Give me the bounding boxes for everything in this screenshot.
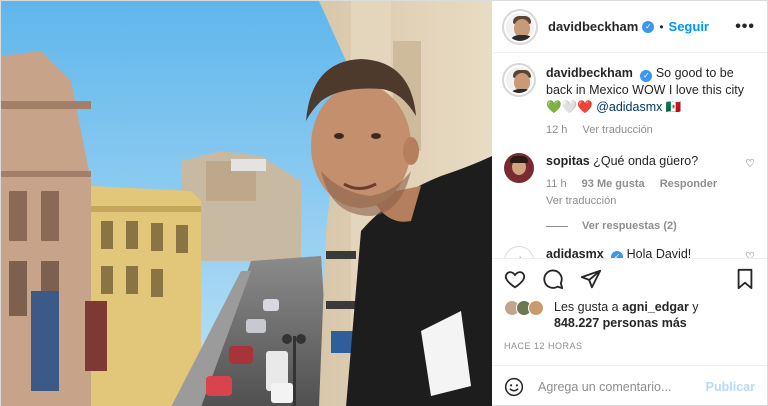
header-separator: •: [659, 19, 664, 34]
liker-avatar: [528, 300, 544, 316]
commenter-avatar[interactable]: [504, 153, 534, 183]
caption-flag: 🇲🇽: [665, 100, 682, 114]
heart-icon[interactable]: [504, 268, 526, 290]
post-side-panel: davidbeckham ✓ • Seguir ••• davidbeckham…: [492, 1, 767, 406]
likes-summary: Les gusta a agni_edgar y 848.227 persona…: [492, 299, 767, 335]
follow-button[interactable]: Seguir: [669, 19, 709, 34]
post-photo[interactable]: [1, 1, 492, 406]
view-replies-label[interactable]: Ver respuestas (2): [582, 220, 677, 232]
caption-time[interactable]: 12 h: [546, 124, 567, 136]
reply-button[interactable]: Responder: [660, 178, 717, 190]
publish-button[interactable]: Publicar: [706, 380, 755, 394]
comment-translate-button[interactable]: Ver traducción: [546, 195, 616, 207]
comment-icon[interactable]: [542, 268, 564, 290]
comment-time[interactable]: 11 h: [546, 178, 567, 190]
caption-mention[interactable]: @adidasmx: [596, 100, 662, 114]
comment-username[interactable]: adidasmx: [546, 247, 604, 258]
caption: davidbeckham ✓ So good to be back in Mex…: [504, 65, 755, 139]
post-header: davidbeckham ✓ • Seguir •••: [492, 1, 767, 53]
comment-item: adidasmx ✓ Hola David! Welcome ♡: [504, 246, 755, 258]
comment-like-heart-icon[interactable]: ♡: [745, 250, 755, 258]
likes-prefix: Les gusta a: [554, 300, 619, 314]
likes-text: Les gusta a agni_edgar y 848.227 persona…: [554, 299, 699, 331]
comment-likes[interactable]: 93 Me gusta: [582, 178, 645, 190]
verified-badge-icon: ✓: [611, 251, 624, 258]
comment-username[interactable]: sopitas: [546, 154, 590, 168]
author-avatar[interactable]: [504, 10, 536, 43]
action-bar: [492, 259, 767, 299]
likes-count[interactable]: 848.227 personas más: [554, 316, 687, 330]
liker-avatars[interactable]: [504, 300, 544, 316]
photo-illustration: [1, 1, 492, 406]
comment-composer: Agrega un comentario... Publicar: [492, 365, 767, 406]
caption-meta: 12 h Ver traducción: [546, 122, 755, 139]
comments-section[interactable]: davidbeckham ✓ So good to be back in Mex…: [492, 53, 767, 259]
caption-emojis: 💚🤍❤️: [546, 100, 593, 114]
caption-username[interactable]: davidbeckham: [546, 66, 633, 80]
comment-item: sopitas ¿Qué onda güero? 11 h 93 Me gust…: [504, 153, 755, 210]
more-options-icon[interactable]: •••: [735, 18, 755, 36]
caption-avatar[interactable]: [504, 65, 534, 95]
author-username[interactable]: davidbeckham: [548, 19, 638, 34]
post-timestamp[interactable]: HACE 12 HORAS: [492, 335, 767, 357]
verified-badge-icon: ✓: [642, 20, 655, 33]
verified-badge-icon: ✓: [640, 70, 653, 82]
bookmark-icon[interactable]: [735, 268, 755, 290]
view-replies-button[interactable]: Ver respuestas (2): [546, 220, 755, 232]
adidas-logo-icon: [519, 256, 521, 258]
comment-text: ¿Qué onda güero?: [593, 154, 699, 168]
share-icon[interactable]: [580, 268, 602, 290]
comment-like-heart-icon[interactable]: ♡: [745, 157, 755, 210]
commenter-avatar[interactable]: [504, 246, 534, 258]
smiley-icon[interactable]: [504, 377, 524, 397]
comment-input[interactable]: Agrega un comentario...: [538, 380, 706, 394]
likes-conj: y: [692, 300, 699, 314]
likes-user[interactable]: agni_edgar: [622, 300, 689, 314]
comment-meta: 11 h 93 Me gusta Responder Ver traducció…: [546, 176, 739, 210]
replies-divider: [546, 225, 568, 227]
caption-translate-button[interactable]: Ver traducción: [582, 124, 652, 136]
instagram-post: davidbeckham ✓ • Seguir ••• davidbeckham…: [0, 0, 768, 406]
